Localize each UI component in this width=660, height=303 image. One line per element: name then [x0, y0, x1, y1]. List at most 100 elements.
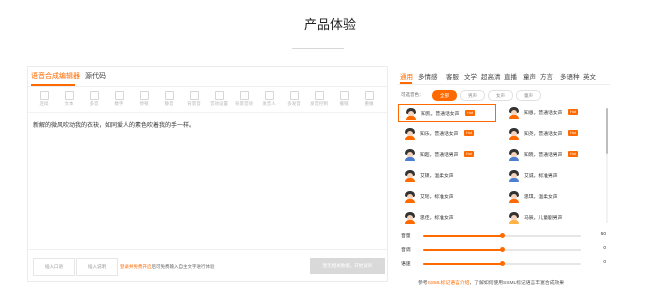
- slider-thumb[interactable]: [500, 247, 505, 252]
- voice-card[interactable]: 思琪，温柔女声: [502, 188, 600, 206]
- tab-ssml-editor[interactable]: 语音合成编辑器: [31, 71, 80, 81]
- slider-fill: [423, 263, 502, 265]
- toolbar-button[interactable]: 背景音效: [230, 91, 258, 107]
- toolbar-button-label: 连续: [39, 101, 49, 106]
- toolbar-button[interactable]: 文本: [55, 91, 83, 107]
- slider-row: 语速 0: [398, 259, 610, 269]
- voice-list-scrollbar[interactable]: [606, 108, 608, 223]
- voice-card[interactable]: 思佳，标准女声: [398, 209, 496, 227]
- insert-spoken-button[interactable]: 插入口语: [33, 258, 75, 276]
- voice-card[interactable]: 艾瑶，标准女声: [398, 188, 496, 206]
- voice-name: 知尧，普通话女声: [524, 132, 563, 137]
- tab-source-code[interactable]: 源代码: [85, 71, 106, 81]
- toolbar-icon: [64, 91, 74, 100]
- voice-card[interactable]: 知尧，普通话女声 Hot: [502, 125, 600, 143]
- slider-label: 语速: [401, 262, 411, 267]
- toolbar-button-label: 文本: [64, 101, 74, 106]
- slider-track[interactable]: [423, 247, 581, 252]
- scrollbar-thumb[interactable]: [606, 108, 608, 154]
- play-button[interactable]: 暂无相关数据，开始试听: [310, 258, 385, 274]
- voice-category-tab[interactable]: 直播: [504, 71, 517, 81]
- page-title: 产品体验: [303, 17, 356, 32]
- toolbar-button[interactable]: 数字: [105, 91, 133, 107]
- toolbar-icon: [364, 91, 374, 100]
- slider-fill: [423, 235, 502, 237]
- slider-track[interactable]: [423, 233, 581, 238]
- voice-category-tab[interactable]: 多情感: [418, 71, 438, 81]
- voice-category-tab[interactable]: 童声: [523, 71, 536, 81]
- voice-avatar: [508, 191, 520, 203]
- slider-thumb[interactable]: [500, 261, 505, 266]
- voice-panel: 通用 多情感 客服 文学 超高清 直播 童声 方言 多语种 英文 可选音色： 全部 男声 女声 童声 知…: [398, 66, 610, 280]
- toolbar-button-label: 数字: [114, 101, 124, 106]
- voice-category-tabs: 通用 多情感 客服 文学 超高清 直播 童声 方言 多语种 英文: [398, 66, 610, 86]
- editor-text-area[interactable]: 新解的微风吹动我的衣袂，如同爱人的素色吹着我的手一样。: [33, 120, 378, 129]
- voice-filter-pill[interactable]: 男声: [460, 90, 485, 101]
- toolbar-button[interactable]: 背景音: [180, 91, 208, 107]
- voice-category-tab[interactable]: 文学: [464, 71, 477, 81]
- voice-avatar: [404, 212, 416, 224]
- toolbar-button[interactable]: 多音: [80, 91, 108, 107]
- ssml-reference-note: 参考SSML标记语言介绍，了解如何使用SSML标记语言丰富合成效果: [418, 279, 564, 286]
- editor-toolbar: 连续 文本 多音 数字 停顿 静音 背景音 音效设置 背景音效 发音人 多发音 发音控制 撤销 重做: [28, 90, 387, 110]
- slider-row: 音调 0: [398, 245, 610, 255]
- toolbar-button-label: 发音人: [262, 101, 276, 106]
- toolbar-button[interactable]: 音效设置: [205, 91, 233, 107]
- voice-card[interactable]: 知凯，普通话女声 Hot: [398, 104, 496, 122]
- voice-card[interactable]: 知乐，普通话女声 Hot: [398, 125, 496, 143]
- hot-badge: Hot: [464, 130, 474, 136]
- voice-avatar: [508, 170, 520, 182]
- toolbar-button-label: 撤销: [339, 101, 349, 106]
- toolbar-button[interactable]: 停顿: [130, 91, 158, 107]
- toolbar-icon: [239, 91, 249, 100]
- voice-card[interactable]: 马辰，儿童剧男声: [502, 209, 600, 227]
- avatar-body: [405, 157, 415, 161]
- voice-category-tab[interactable]: 多语种: [560, 71, 580, 81]
- voice-category-tab[interactable]: 超高清: [481, 71, 501, 81]
- toolbar-divider: [28, 112, 387, 113]
- toolbar-button[interactable]: 静音: [155, 91, 183, 107]
- voice-filter-pill[interactable]: 童声: [516, 90, 541, 101]
- voice-avatar: [508, 212, 520, 224]
- voice-card[interactable]: 知超，普通话男声 Hot: [398, 146, 496, 164]
- voice-card[interactable]: 知晓，普通话男声 Hot: [502, 146, 600, 164]
- slider-value: 0: [603, 246, 606, 251]
- voice-name: 知凯，普通话女声: [421, 112, 460, 117]
- toolbar-button[interactable]: 重做: [355, 91, 383, 107]
- toolbar-button-label: 发音控制: [310, 101, 328, 106]
- voice-card[interactable]: 艾硕，温柔女声: [398, 167, 496, 185]
- reference-prefix: 参考: [418, 281, 428, 286]
- ssml-intro-link[interactable]: SSML标记语言介绍: [428, 281, 470, 286]
- voice-name: 艾硕，温柔女声: [420, 174, 454, 179]
- slider-label: 音量: [401, 234, 411, 239]
- voice-category-tab[interactable]: 英文: [583, 71, 596, 81]
- editor-tabs: 语音合成编辑器 源代码: [28, 67, 387, 87]
- voice-category-tab[interactable]: 通用: [400, 71, 413, 81]
- voice-name: 知乐，普通话女声: [420, 132, 459, 137]
- slider-thumb[interactable]: [500, 233, 505, 238]
- hot-badge: Hot: [568, 130, 578, 136]
- editor-bottom-bar: 插入口语 插入说明 登录并免费开启后可免费输入自主文字进行体验 暂无相关数据，开…: [28, 249, 387, 282]
- insert-reading-button[interactable]: 插入说明: [76, 258, 118, 276]
- voice-category-tab[interactable]: 方言: [540, 71, 553, 81]
- toolbar-icon: [139, 91, 149, 100]
- avatar-body: [509, 178, 519, 182]
- slider-track[interactable]: [423, 261, 581, 266]
- toolbar-button-label: 停顿: [139, 101, 149, 106]
- toolbar-button[interactable]: 撤销: [330, 91, 358, 107]
- toolbar-button[interactable]: 发音控制: [305, 91, 333, 107]
- voice-filter-pill[interactable]: 全部: [432, 90, 457, 101]
- toolbar-button[interactable]: 连续: [30, 91, 58, 107]
- voice-avatar: [404, 149, 416, 161]
- toolbar-button[interactable]: 多发音: [280, 91, 308, 107]
- toolbar-button[interactable]: 发音人: [255, 91, 283, 107]
- voice-name: 艾诚，标准男声: [524, 174, 558, 179]
- login-link[interactable]: 登录并免费开启: [120, 264, 152, 269]
- voice-name: 艾瑶，标准女声: [420, 195, 454, 200]
- voice-filter-pill[interactable]: 女声: [488, 90, 513, 101]
- voice-category-tab[interactable]: 客服: [446, 71, 459, 81]
- voice-card[interactable]: 知恩，普通话女声 Hot: [502, 104, 600, 122]
- voice-name: 思佳，标准女声: [420, 216, 454, 221]
- tab-divider: [28, 86, 387, 87]
- voice-card[interactable]: 艾诚，标准男声: [502, 167, 600, 185]
